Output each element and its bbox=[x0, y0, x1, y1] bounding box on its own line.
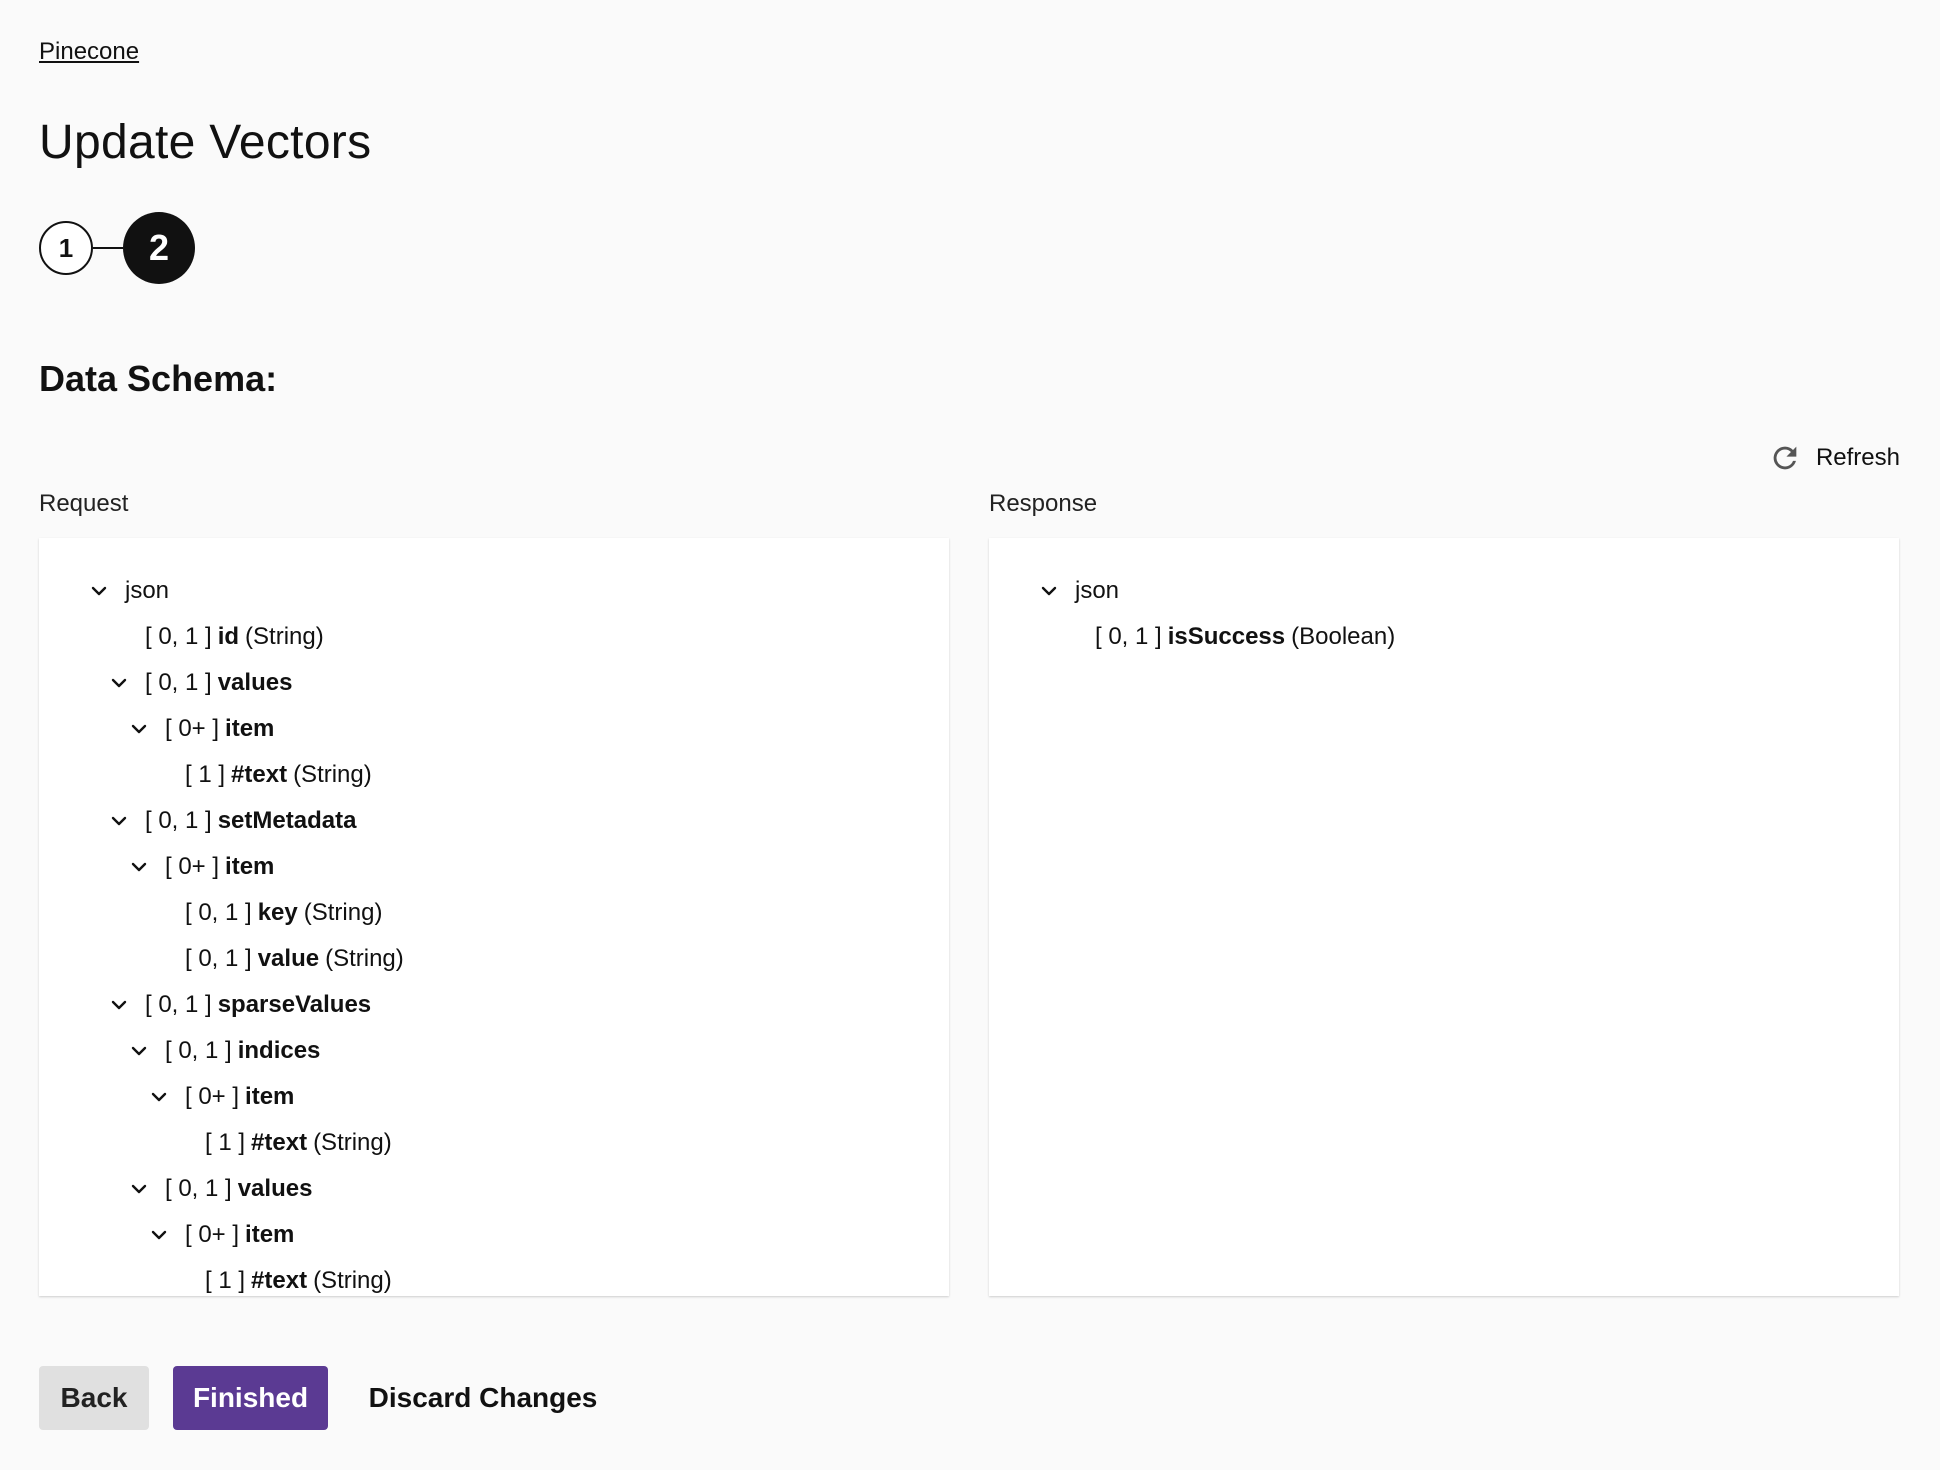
schema-node[interactable]: json bbox=[989, 568, 1899, 614]
node-name: values bbox=[217, 669, 293, 696]
node-name: isSuccess bbox=[1167, 623, 1286, 650]
node-name: key bbox=[257, 899, 298, 926]
node-name: value bbox=[257, 945, 320, 972]
node-cardinality: [ 0+ ] bbox=[185, 1083, 240, 1110]
node-name: values bbox=[237, 1175, 313, 1202]
schema-node[interactable]: [ 0, 1 ] sparseValues bbox=[39, 982, 949, 1028]
chevron-down-icon[interactable] bbox=[129, 857, 149, 877]
node-name: #text bbox=[251, 1129, 308, 1156]
step-1[interactable]: 1 bbox=[39, 221, 93, 275]
node-name: item bbox=[225, 853, 275, 880]
node-name: item bbox=[225, 715, 275, 742]
node-type: (Boolean) bbox=[1291, 623, 1396, 650]
schema-node: [ 0, 1 ] id (String) bbox=[39, 614, 949, 660]
node-name: json bbox=[1075, 577, 1120, 604]
schema-node[interactable]: [ 0+ ] item bbox=[39, 706, 949, 752]
node-name: item bbox=[245, 1221, 295, 1248]
node-cardinality: [ 1 ] bbox=[185, 761, 226, 788]
node-cardinality: [ 0, 1 ] bbox=[145, 669, 212, 696]
node-name: #text bbox=[231, 761, 288, 788]
node-type: (String) bbox=[303, 899, 383, 926]
schema-node: [ 0, 1 ] isSuccess (Boolean) bbox=[989, 614, 1899, 660]
step-connector bbox=[93, 247, 123, 249]
chevron-down-icon[interactable] bbox=[149, 1087, 169, 1107]
node-name: item bbox=[245, 1083, 295, 1110]
schema-node: [ 1 ] #text (String) bbox=[39, 752, 949, 798]
request-tree: json[ 0, 1 ] id (String)[ 0, 1 ] values[ 0+… bbox=[39, 538, 949, 1296]
node-cardinality: [ 0, 1 ] bbox=[145, 623, 212, 650]
node-cardinality: [ 0+ ] bbox=[165, 715, 220, 742]
node-cardinality: [ 0, 1 ] bbox=[145, 807, 212, 834]
node-name: sparseValues bbox=[217, 991, 372, 1018]
node-cardinality: [ 0+ ] bbox=[185, 1221, 240, 1248]
schema-node: [ 1 ] #text (String) bbox=[39, 1120, 949, 1166]
refresh-label: Refresh bbox=[1815, 444, 1900, 471]
node-name: json bbox=[125, 577, 170, 604]
discard-changes-button[interactable]: Discard Changes bbox=[358, 1366, 608, 1430]
chevron-down-icon[interactable] bbox=[129, 1041, 149, 1061]
node-name: id bbox=[217, 623, 240, 650]
page-title: Update Vectors bbox=[39, 116, 372, 169]
schema-node[interactable]: [ 0+ ] item bbox=[39, 1074, 949, 1120]
node-name: setMetadata bbox=[217, 807, 357, 834]
node-name: indices bbox=[237, 1037, 321, 1064]
schema-node[interactable]: json bbox=[39, 568, 949, 614]
chevron-down-icon[interactable] bbox=[1039, 581, 1059, 601]
schema-node[interactable]: [ 0+ ] item bbox=[39, 1212, 949, 1258]
schema-node: [ 1 ] #text (String) bbox=[39, 1258, 949, 1296]
request-label: Request bbox=[39, 490, 129, 517]
refresh-button[interactable]: Refresh bbox=[1768, 440, 1900, 476]
node-type: (String) bbox=[313, 1129, 392, 1156]
schema-node: [ 0, 1 ] value (String) bbox=[39, 936, 949, 982]
schema-node[interactable]: [ 0, 1 ] indices bbox=[39, 1028, 949, 1074]
breadcrumb-pinecone[interactable]: Pinecone bbox=[39, 38, 139, 66]
request-panel[interactable]: json[ 0, 1 ] id (String)[ 0, 1 ] values[ 0+… bbox=[39, 538, 949, 1296]
node-cardinality: [ 0, 1 ] bbox=[165, 1175, 232, 1202]
node-cardinality: [ 1 ] bbox=[205, 1129, 246, 1156]
chevron-down-icon[interactable] bbox=[109, 995, 129, 1015]
node-type: (String) bbox=[293, 761, 372, 788]
node-cardinality: [ 0, 1 ] bbox=[185, 899, 252, 926]
chevron-down-icon[interactable] bbox=[89, 581, 109, 601]
schema-node[interactable]: [ 0+ ] item bbox=[39, 844, 949, 890]
section-title: Data Schema: bbox=[39, 358, 278, 399]
schema-node[interactable]: [ 0, 1 ] setMetadata bbox=[39, 798, 949, 844]
node-cardinality: [ 0, 1 ] bbox=[1095, 623, 1162, 650]
node-cardinality: [ 0, 1 ] bbox=[145, 991, 212, 1018]
node-type: (String) bbox=[325, 945, 404, 972]
schema-node: [ 0, 1 ] key (String) bbox=[39, 890, 949, 936]
stepper: 1 2 bbox=[39, 212, 199, 284]
chevron-down-icon[interactable] bbox=[129, 1179, 149, 1199]
back-button[interactable]: Back bbox=[39, 1366, 149, 1430]
chevron-down-icon[interactable] bbox=[109, 811, 129, 831]
step-2-active[interactable]: 2 bbox=[123, 212, 195, 284]
chevron-down-icon[interactable] bbox=[149, 1225, 169, 1245]
finished-button[interactable]: Finished bbox=[173, 1366, 328, 1430]
node-cardinality: [ 0+ ] bbox=[165, 853, 220, 880]
schema-node[interactable]: [ 0, 1 ] values bbox=[39, 660, 949, 706]
response-panel[interactable]: json [ 0, 1 ] isSuccess (Boolean) bbox=[989, 538, 1899, 1296]
node-cardinality: [ 0, 1 ] bbox=[165, 1037, 232, 1064]
node-cardinality: [ 1 ] bbox=[205, 1267, 246, 1294]
node-name: #text bbox=[251, 1267, 308, 1294]
schema-node[interactable]: [ 0, 1 ] values bbox=[39, 1166, 949, 1212]
chevron-down-icon[interactable] bbox=[129, 719, 149, 739]
chevron-down-icon[interactable] bbox=[109, 673, 129, 693]
response-label: Response bbox=[989, 490, 1098, 517]
response-tree: json [ 0, 1 ] isSuccess (Boolean) bbox=[989, 538, 1899, 1296]
refresh-icon bbox=[1773, 446, 1797, 470]
node-cardinality: [ 0, 1 ] bbox=[185, 945, 252, 972]
node-type: (String) bbox=[245, 623, 324, 650]
node-type: (String) bbox=[313, 1267, 392, 1294]
